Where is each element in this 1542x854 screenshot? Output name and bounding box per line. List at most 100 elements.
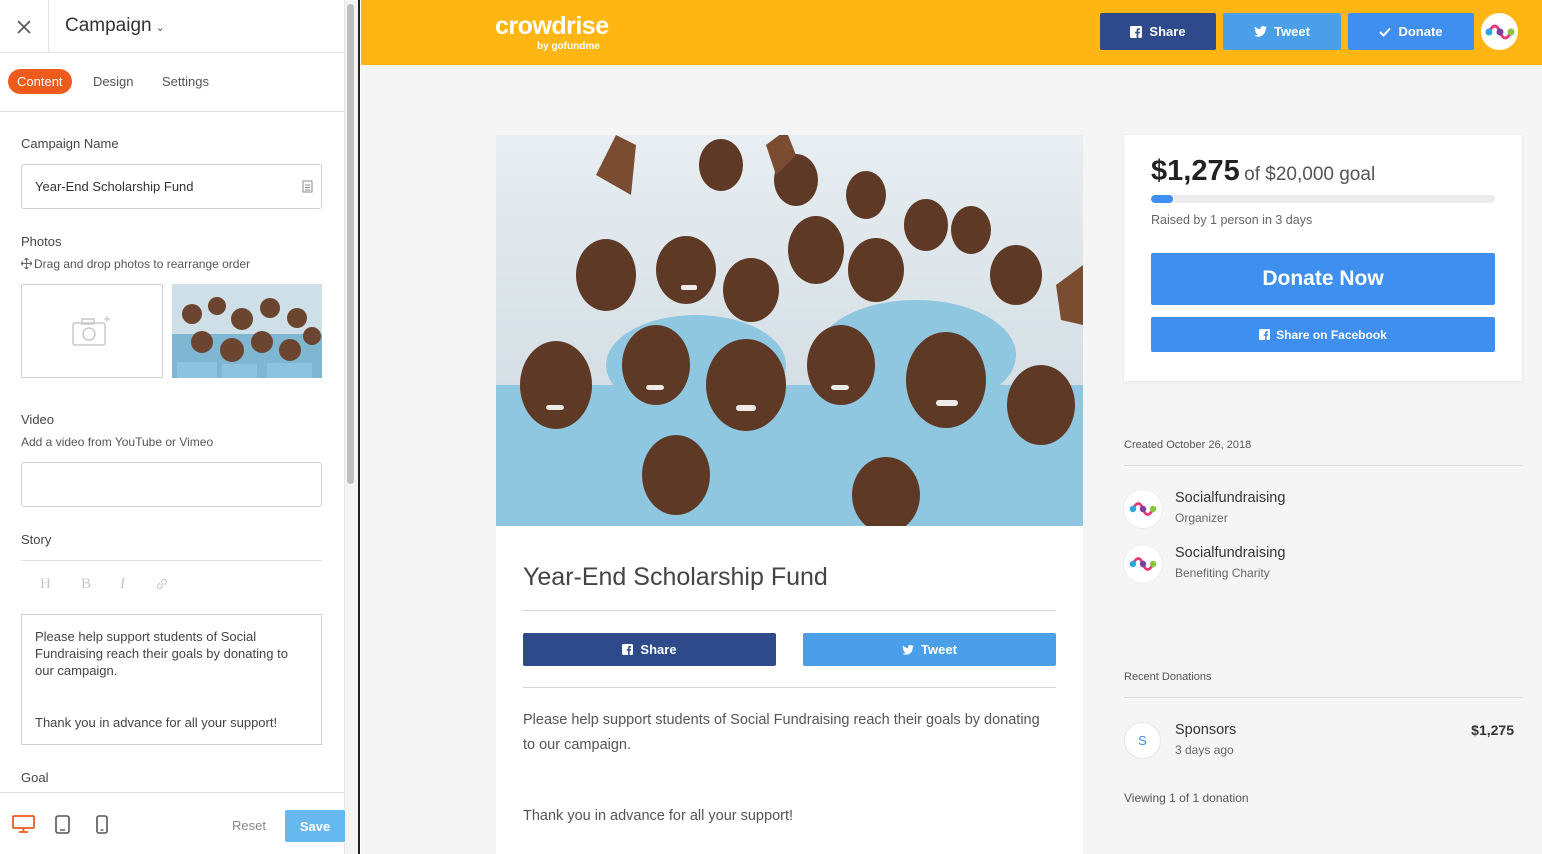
- topbar-tweet-label: Tweet: [1274, 24, 1310, 39]
- story-label: Story: [21, 532, 52, 547]
- campaign-hero-image: [496, 135, 1083, 526]
- photo-thumbnail-image: [172, 284, 322, 378]
- twitter-icon: [1254, 26, 1268, 37]
- donate-now-button[interactable]: Donate Now: [1151, 253, 1495, 305]
- video-url-input[interactable]: [21, 462, 322, 507]
- campaign-preview: crowdrise by gofundme Share Tweet Donate: [361, 0, 1542, 854]
- organizer-item[interactable]: Socialfundraising Organizer: [1124, 490, 1522, 530]
- editor-scrollbar-track[interactable]: [344, 0, 358, 854]
- photos-label: Photos: [21, 234, 62, 249]
- facebook-icon: [1130, 25, 1143, 38]
- donation-amount: $1,275: [1471, 722, 1514, 738]
- description-paragraph-1: Please help support students of Social F…: [523, 712, 1040, 753]
- photos-hint: Drag and drop photos to rearrange order: [20, 257, 250, 271]
- save-button[interactable]: Save: [285, 810, 345, 842]
- campaign-card: Year-End Scholarship Fund Share Tweet Pl…: [496, 135, 1083, 854]
- story-textarea[interactable]: Please help support students of Social F…: [21, 614, 322, 745]
- topbar-tweet-button[interactable]: Tweet: [1223, 13, 1341, 50]
- camera-add-icon: [72, 316, 110, 346]
- share-divider: [523, 687, 1056, 688]
- photo-thumbnail[interactable]: [172, 284, 322, 378]
- mobile-icon: [96, 815, 108, 834]
- heading-format-button[interactable]: H: [40, 576, 51, 593]
- donation-time: 3 days ago: [1175, 743, 1234, 757]
- recent-donations-divider: [1124, 697, 1522, 698]
- link-icon: [156, 578, 168, 590]
- video-hint: Add a video from YouTube or Vimeo: [21, 435, 214, 449]
- campaign-name-label: Campaign Name: [21, 136, 119, 151]
- note-icon: [302, 180, 313, 193]
- recent-donations-label: Recent Donations: [1124, 671, 1212, 683]
- organizer-name: Socialfundraising: [1175, 490, 1286, 506]
- desktop-view-button[interactable]: [12, 815, 35, 838]
- tab-design[interactable]: Design: [93, 69, 133, 94]
- progress-bar: [1151, 195, 1495, 203]
- reset-button[interactable]: Reset: [232, 818, 266, 833]
- editor-tabs: Content Design Settings: [0, 53, 344, 112]
- hero-photo: [496, 135, 1083, 526]
- bold-format-button[interactable]: B: [81, 576, 91, 593]
- social-logo-icon: [1485, 24, 1514, 39]
- tab-settings[interactable]: Settings: [162, 69, 209, 94]
- topbar-share-button[interactable]: Share: [1100, 13, 1216, 50]
- campaign-title: Year-End Scholarship Fund: [523, 563, 828, 591]
- story-paragraph-2: Thank you in advance for all your suppor…: [35, 715, 278, 730]
- link-format-button[interactable]: [156, 578, 168, 595]
- created-date: Created October 26, 2018: [1124, 439, 1252, 451]
- editor-scrollbar-thumb[interactable]: [347, 4, 354, 484]
- organizer-role: Organizer: [1175, 511, 1228, 525]
- share-on-facebook-button[interactable]: Share on Facebook: [1151, 317, 1495, 352]
- campaign-name-input[interactable]: Year-End Scholarship Fund: [21, 164, 322, 209]
- close-icon: [17, 19, 31, 34]
- editor-title-dropdown[interactable]: Campaign ⌄: [65, 15, 165, 37]
- beneficiary-item[interactable]: Socialfundraising Benefiting Charity: [1124, 545, 1522, 585]
- move-icon: [20, 257, 33, 270]
- video-label: Video: [21, 412, 55, 427]
- crowdrise-logo[interactable]: crowdrise by gofundme: [495, 12, 609, 52]
- progress-fill: [1151, 195, 1174, 203]
- share-button[interactable]: Share: [523, 633, 776, 666]
- description-paragraph-2: Thank you in advance for all your suppor…: [523, 808, 794, 824]
- social-logo-icon: [1129, 502, 1157, 516]
- topbar-donate-label: Donate: [1398, 24, 1443, 39]
- goal-text: of $20,000 goal: [1244, 164, 1376, 185]
- goal-label: Goal: [21, 770, 49, 785]
- donor-name: Sponsors: [1175, 722, 1237, 738]
- social-logo-icon: [1129, 557, 1157, 571]
- editor-header: Campaign ⌄: [0, 0, 344, 53]
- tweet-label: Tweet: [921, 642, 957, 657]
- tweet-button[interactable]: Tweet: [803, 633, 1056, 666]
- logo-byline: by gofundme: [537, 41, 600, 52]
- editor-title: Campaign: [65, 15, 152, 36]
- raised-by-text: Raised by 1 person in 3 days: [1151, 213, 1313, 227]
- user-avatar[interactable]: [1481, 13, 1518, 50]
- donation-item: S Sponsors 3 days ago $1,275: [1124, 722, 1522, 764]
- donor-avatar: S: [1124, 722, 1161, 759]
- chevron-down-icon: ⌄: [155, 22, 165, 34]
- tablet-icon: [55, 815, 70, 834]
- editor-sidebar: Campaign ⌄ Content Design Settings Campai…: [0, 0, 360, 854]
- facebook-icon: [1259, 329, 1271, 340]
- created-divider: [1124, 465, 1522, 466]
- raised-summary: $1,275 of $20,000 goal: [1151, 155, 1375, 188]
- preview-topbar: crowdrise by gofundme Share Tweet Donate: [361, 0, 1542, 65]
- topbar-share-label: Share: [1149, 24, 1186, 39]
- share-label: Share: [640, 642, 677, 657]
- add-photo-button[interactable]: [21, 284, 163, 378]
- mobile-view-button[interactable]: [96, 815, 108, 839]
- viewing-count: Viewing 1 of 1 donation: [1124, 791, 1249, 805]
- story-toolbar-divider: [21, 560, 322, 561]
- checkmark-icon: [1379, 27, 1392, 37]
- editor-footer: Reset Save: [0, 792, 345, 854]
- facebook-icon: [622, 644, 634, 655]
- desktop-icon: [12, 815, 35, 833]
- tablet-view-button[interactable]: [55, 815, 70, 839]
- beneficiary-role: Benefiting Charity: [1175, 566, 1270, 580]
- logo-wordmark: crowdrise: [495, 12, 609, 40]
- beneficiary-avatar: [1124, 545, 1162, 583]
- organizer-avatar: [1124, 490, 1162, 528]
- close-button[interactable]: [0, 0, 49, 53]
- italic-format-button[interactable]: I: [120, 576, 125, 593]
- tab-content[interactable]: Content: [8, 69, 72, 94]
- topbar-donate-button[interactable]: Donate: [1348, 13, 1474, 50]
